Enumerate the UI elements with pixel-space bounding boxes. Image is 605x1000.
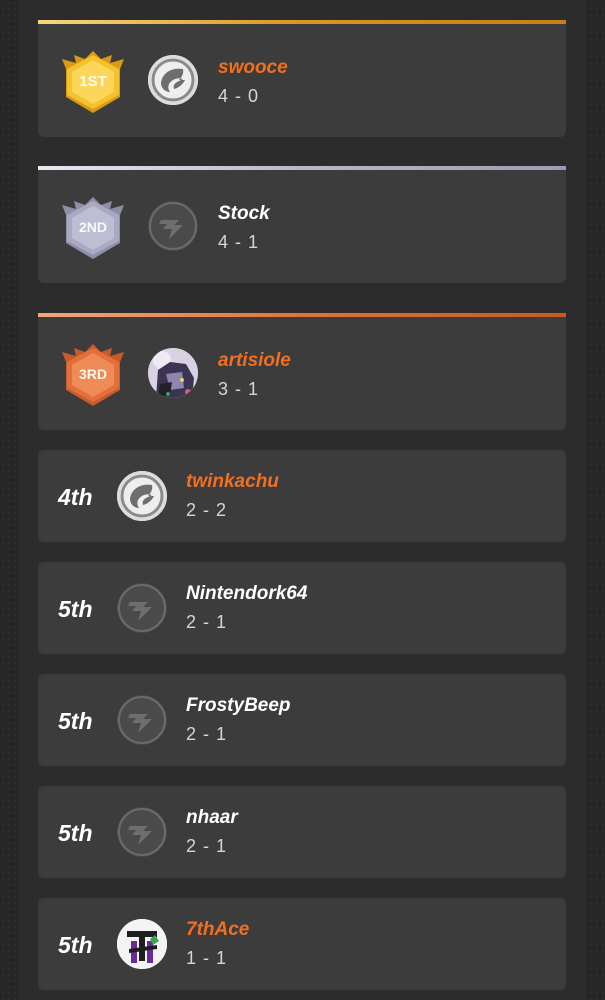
player-record: 2 - 1 — [186, 836, 228, 856]
placement-label: 5th — [58, 596, 93, 622]
wing-logo-avatar[interactable] — [148, 55, 198, 105]
bronze-wings-badge-icon: 3RD — [58, 340, 128, 410]
standing-card-1[interactable]: 1ST swooce 4 - 0 — [38, 20, 566, 137]
player-name[interactable]: nhaar — [186, 807, 238, 829]
player-record: 2 - 2 — [186, 500, 228, 520]
placement-label: 5th — [58, 820, 93, 846]
standing-card-2[interactable]: 2ND Stock 4 - 1 — [38, 166, 566, 283]
standing-card-6[interactable]: 5th FrostyBeep 2 - 1 — [38, 674, 566, 766]
player-name[interactable]: FrostyBeep — [186, 695, 291, 717]
placement-label: 5th — [58, 708, 93, 734]
silver-accent-bar — [38, 166, 566, 170]
7thace-logo-avatar[interactable] — [117, 919, 167, 969]
placement-label: 5th — [58, 932, 93, 958]
player-record: 4 - 0 — [218, 86, 260, 106]
bronze-accent-bar — [38, 313, 566, 317]
player-record: 2 - 1 — [186, 724, 228, 744]
player-record: 1 - 1 — [186, 948, 228, 968]
gold-accent-bar — [38, 20, 566, 24]
player-name[interactable]: twinkachu — [186, 471, 279, 493]
default-avatar[interactable] — [117, 583, 167, 633]
player-name[interactable]: Stock — [218, 203, 270, 225]
default-avatar[interactable] — [148, 201, 198, 251]
standing-card-5[interactable]: 5th Nintendork64 2 - 1 — [38, 562, 566, 654]
player-record: 4 - 1 — [218, 232, 260, 252]
player-name[interactable]: Nintendork64 — [186, 583, 307, 605]
default-avatar[interactable] — [117, 695, 167, 745]
player-record: 3 - 1 — [218, 379, 260, 399]
default-avatar[interactable] — [117, 807, 167, 857]
standing-card-7[interactable]: 5th nhaar 2 - 1 — [38, 786, 566, 878]
badge-placement-text: 1ST — [79, 73, 107, 90]
badge-placement-text: 3RD — [79, 366, 107, 382]
character-avatar[interactable] — [148, 348, 198, 398]
player-name[interactable]: artisiole — [218, 350, 291, 372]
player-record: 2 - 1 — [186, 612, 228, 632]
placement-label: 4th — [58, 484, 93, 510]
badge-placement-text: 2ND — [79, 219, 107, 235]
wing-logo-avatar[interactable] — [117, 471, 167, 521]
player-name[interactable]: 7thAce — [186, 919, 249, 941]
standing-card-3[interactable]: 3RD artisiole 3 - 1 — [38, 313, 566, 430]
gold-wings-badge-icon: 1ST — [58, 47, 128, 117]
standing-card-8[interactable]: 5th 7thAce 1 - 1 — [38, 898, 566, 990]
player-name[interactable]: swooce — [218, 57, 288, 79]
silver-wings-badge-icon: 2ND — [58, 193, 128, 263]
standing-card-4[interactable]: 4th twinkachu 2 - 2 — [38, 450, 566, 542]
